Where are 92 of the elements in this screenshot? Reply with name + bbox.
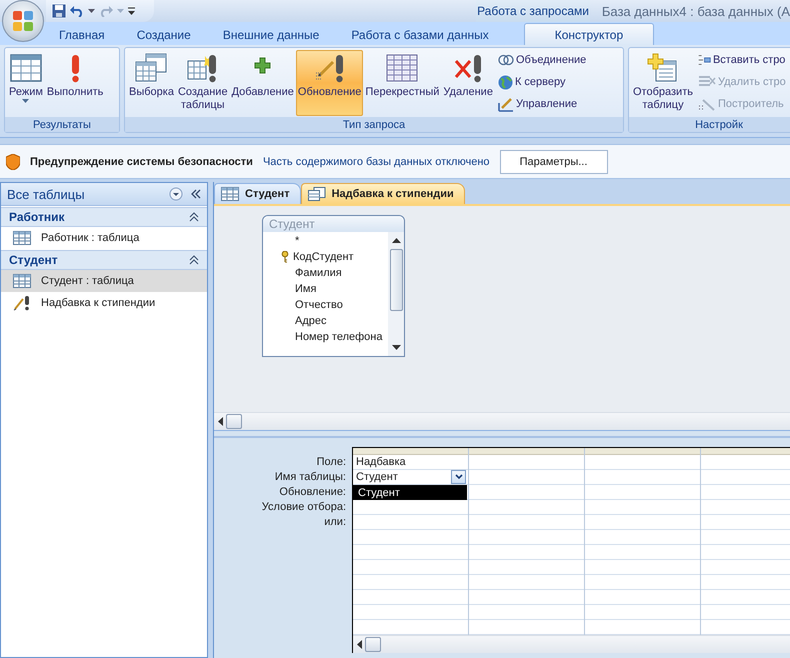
undo-menu-caret-icon	[88, 9, 95, 13]
field-list-item[interactable]: Адрес	[263, 313, 388, 329]
document-tab[interactable]: Надбавка к стипендии	[300, 183, 465, 204]
horizontal-scrollbar[interactable]	[214, 412, 790, 430]
pencil-ruler-icon	[498, 96, 514, 112]
scroll-down-arrow-icon[interactable]	[392, 345, 400, 350]
column-selector-bar[interactable]	[701, 448, 790, 455]
table-icon	[13, 274, 31, 288]
query-icon	[308, 187, 326, 201]
redo-icon[interactable]	[99, 5, 113, 17]
scroll-left-arrow-icon[interactable]	[218, 417, 223, 426]
grid-row-label: Условие отбора:	[262, 500, 346, 514]
grid-row-label: Обновление:	[279, 484, 346, 499]
ribbon-button[interactable]: Удаление	[441, 50, 495, 116]
column-selector-bar[interactable]	[585, 448, 700, 455]
field-list-item[interactable]: Имя	[263, 281, 388, 297]
pencil-exclamation-icon	[314, 53, 346, 83]
crosstab-icon	[386, 53, 418, 83]
dropdown-circle-icon[interactable]	[169, 187, 183, 201]
ribbon-button[interactable]: Выборка	[127, 50, 176, 116]
nav-group-header[interactable]: Работник	[1, 207, 207, 227]
field-list-item[interactable]: Фамилия	[263, 265, 388, 281]
chevron-down-icon	[454, 474, 462, 480]
field-list-item[interactable]: КодСтудент	[263, 249, 388, 265]
ribbon-button[interactable]: Объединение	[496, 50, 588, 70]
group-label: Настройк	[629, 117, 790, 132]
grid-row-label: или:	[324, 514, 346, 529]
save-icon[interactable]	[52, 4, 66, 18]
group-label: Результаты	[5, 117, 119, 132]
nav-pane-title: Все таблицы	[7, 186, 85, 202]
grid-scrollbar[interactable]	[353, 635, 790, 653]
column-selector-bar[interactable]	[353, 448, 468, 455]
ribbon-tab[interactable]: Внешние данные	[208, 24, 334, 45]
update-query-icon	[13, 295, 31, 311]
ribbon-button[interactable]: Перекрестный	[363, 50, 442, 116]
shield-icon	[6, 154, 20, 170]
field-list-window[interactable]: Студент * КодСтудент Фамилия Имя Отчество Адрес Номер телефона	[262, 215, 405, 357]
ribbon-button[interactable]: Управление	[496, 94, 588, 114]
scroll-left-arrow-icon[interactable]	[357, 640, 362, 649]
key-icon	[281, 251, 289, 263]
ribbon-button[interactable]: Создание таблицы	[176, 50, 230, 116]
document-tab[interactable]: Студент	[214, 183, 301, 204]
collapse-chevron-icon	[189, 255, 199, 265]
table-view-icon	[10, 53, 42, 83]
ribbon-button[interactable]: Вставить стро	[696, 50, 787, 70]
ribbon-button[interactable]: Добавление	[230, 50, 296, 116]
ribbon-tab[interactable]: Конструктор	[524, 23, 654, 45]
delete-row-icon	[698, 75, 716, 89]
ribbon-tab[interactable]: Работа с базами данных	[336, 24, 504, 45]
security-warning-title: Предупреждение системы безопасности	[30, 156, 253, 168]
customize-toolbar-icon[interactable]	[128, 7, 135, 15]
scroll-thumb[interactable]	[226, 414, 242, 429]
column-selector-bar[interactable]	[469, 448, 584, 455]
field-list-item[interactable]: Отчество	[263, 297, 388, 313]
ribbon-button[interactable]: К серверу	[496, 72, 588, 92]
field-list-item[interactable]: *	[263, 233, 388, 249]
options-button[interactable]: Параметры...	[500, 150, 608, 174]
table-star-exclamation-icon	[186, 53, 219, 83]
scroll-thumb[interactable]	[365, 637, 381, 652]
wand-icon	[698, 97, 716, 111]
group-label: Тип запроса	[125, 117, 623, 132]
collapse-chevron-icon	[189, 212, 199, 222]
ribbon-button[interactable]: Отобразить таблицу	[631, 50, 695, 116]
office-logo-icon	[12, 10, 34, 32]
ribbon-tab[interactable]: Создание	[122, 24, 206, 45]
show-table-icon	[646, 53, 679, 83]
insert-row-icon	[698, 53, 711, 67]
nav-group-header[interactable]: Студент	[1, 250, 207, 270]
collapse-pane-icon[interactable]	[189, 187, 203, 201]
tables-icon	[134, 53, 168, 83]
undo-icon[interactable]	[70, 5, 84, 17]
scroll-up-arrow-icon[interactable]	[392, 238, 400, 243]
dropdown-option[interactable]: Студент	[353, 485, 467, 500]
field-list-title: Студент	[269, 217, 315, 231]
grid-row-label: Имя таблицы:	[274, 470, 346, 484]
ribbon-button[interactable]: Режим	[7, 50, 45, 116]
grid-row-label: Поле:	[316, 454, 346, 469]
globe-icon	[498, 74, 513, 90]
rings-icon	[498, 54, 514, 66]
ribbon-button[interactable]: Выполнить	[44, 50, 106, 116]
ribbon-tab[interactable]: Главная	[44, 24, 120, 45]
redo-menu-caret-icon	[117, 9, 124, 13]
nav-item[interactable]: Студент : таблица	[1, 270, 207, 292]
table-icon	[13, 231, 31, 245]
exclamation-icon	[70, 53, 80, 83]
table-icon	[221, 187, 239, 201]
ribbon-button[interactable]: Обновление	[296, 50, 364, 116]
window-title: База данных4 : база данных (A	[602, 2, 790, 21]
vertical-scrollbar[interactable]	[388, 232, 404, 356]
field-list-item[interactable]: Номер телефона	[263, 329, 388, 345]
caret-icon	[22, 99, 30, 103]
security-warning-message: Часть содержимого базы данных отключено	[262, 156, 490, 168]
